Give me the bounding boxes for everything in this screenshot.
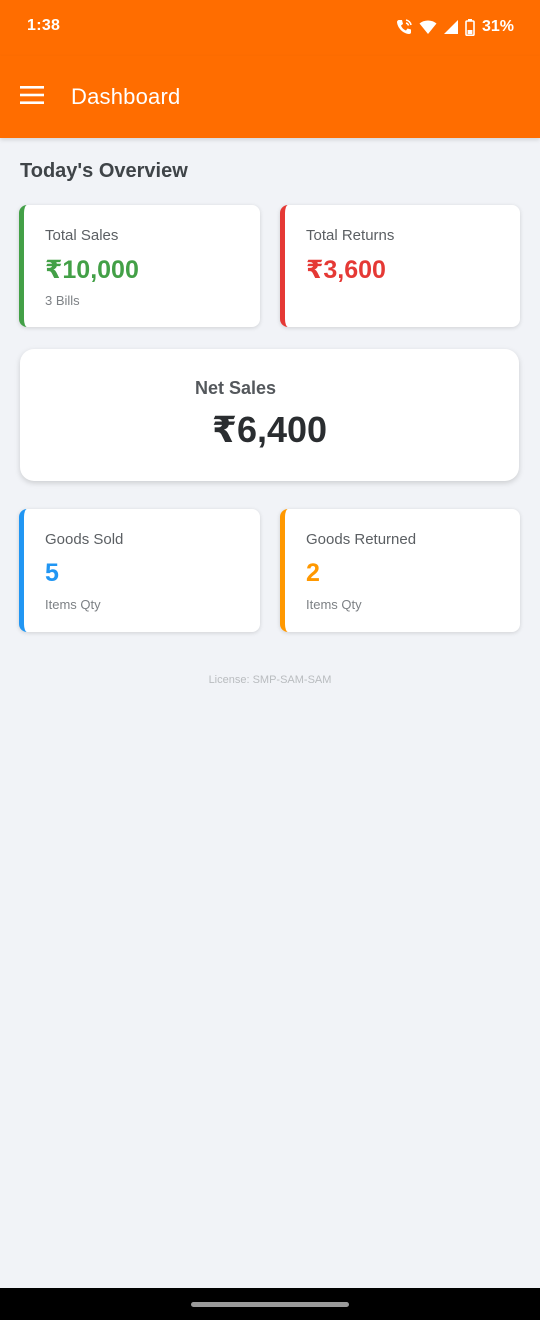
navigation-bar [0, 1288, 540, 1320]
total-sales-bills: 3 Bills [45, 293, 80, 308]
total-sales-label: Total Sales [45, 227, 119, 244]
total-returns-value: ₹3,600 [306, 256, 386, 284]
app-bar: Dashboard [0, 56, 540, 138]
license-text: License: SMP-SAM-SAM [208, 674, 332, 686]
status-bar: 1:38 31% [0, 0, 540, 56]
page-title: Dashboard [71, 84, 181, 109]
hamburger-menu-icon [20, 85, 44, 109]
total-returns-label: Total Returns [306, 227, 395, 244]
goods-returned-card[interactable]: Goods Returned 2 Items Qty [280, 509, 520, 632]
wifi-icon [419, 19, 437, 35]
battery-percentage: 31% [481, 18, 514, 35]
status-time: 1:38 [27, 17, 61, 34]
status-icons: 31% [395, 17, 514, 37]
goods-sold-card[interactable]: Goods Sold 5 Items Qty [19, 509, 260, 632]
goods-sold-label: Goods Sold [45, 531, 124, 548]
wifi-calling-icon [395, 18, 413, 36]
net-sales-card[interactable]: Net Sales ₹6,400 [20, 349, 519, 481]
total-sales-card[interactable]: Total Sales ₹10,000 3 Bills [19, 205, 260, 327]
net-sales-label: Net Sales [194, 378, 277, 398]
net-sales-value: ₹6,400 [211, 409, 328, 450]
goods-sold-qty-label: Items Qty [45, 597, 101, 612]
signal-icon [443, 19, 459, 35]
goods-sold-value: 5 [45, 559, 59, 587]
goods-returned-qty-label: Items Qty [306, 597, 362, 612]
home-indicator[interactable] [191, 1302, 349, 1307]
section-title: Today's Overview [20, 160, 188, 182]
goods-returned-value: 2 [306, 559, 320, 587]
menu-button[interactable] [14, 79, 50, 115]
battery-icon [465, 18, 475, 36]
total-sales-value: ₹10,000 [45, 256, 139, 284]
total-returns-card[interactable]: Total Returns ₹3,600 [280, 205, 520, 327]
goods-returned-label: Goods Returned [306, 531, 417, 548]
